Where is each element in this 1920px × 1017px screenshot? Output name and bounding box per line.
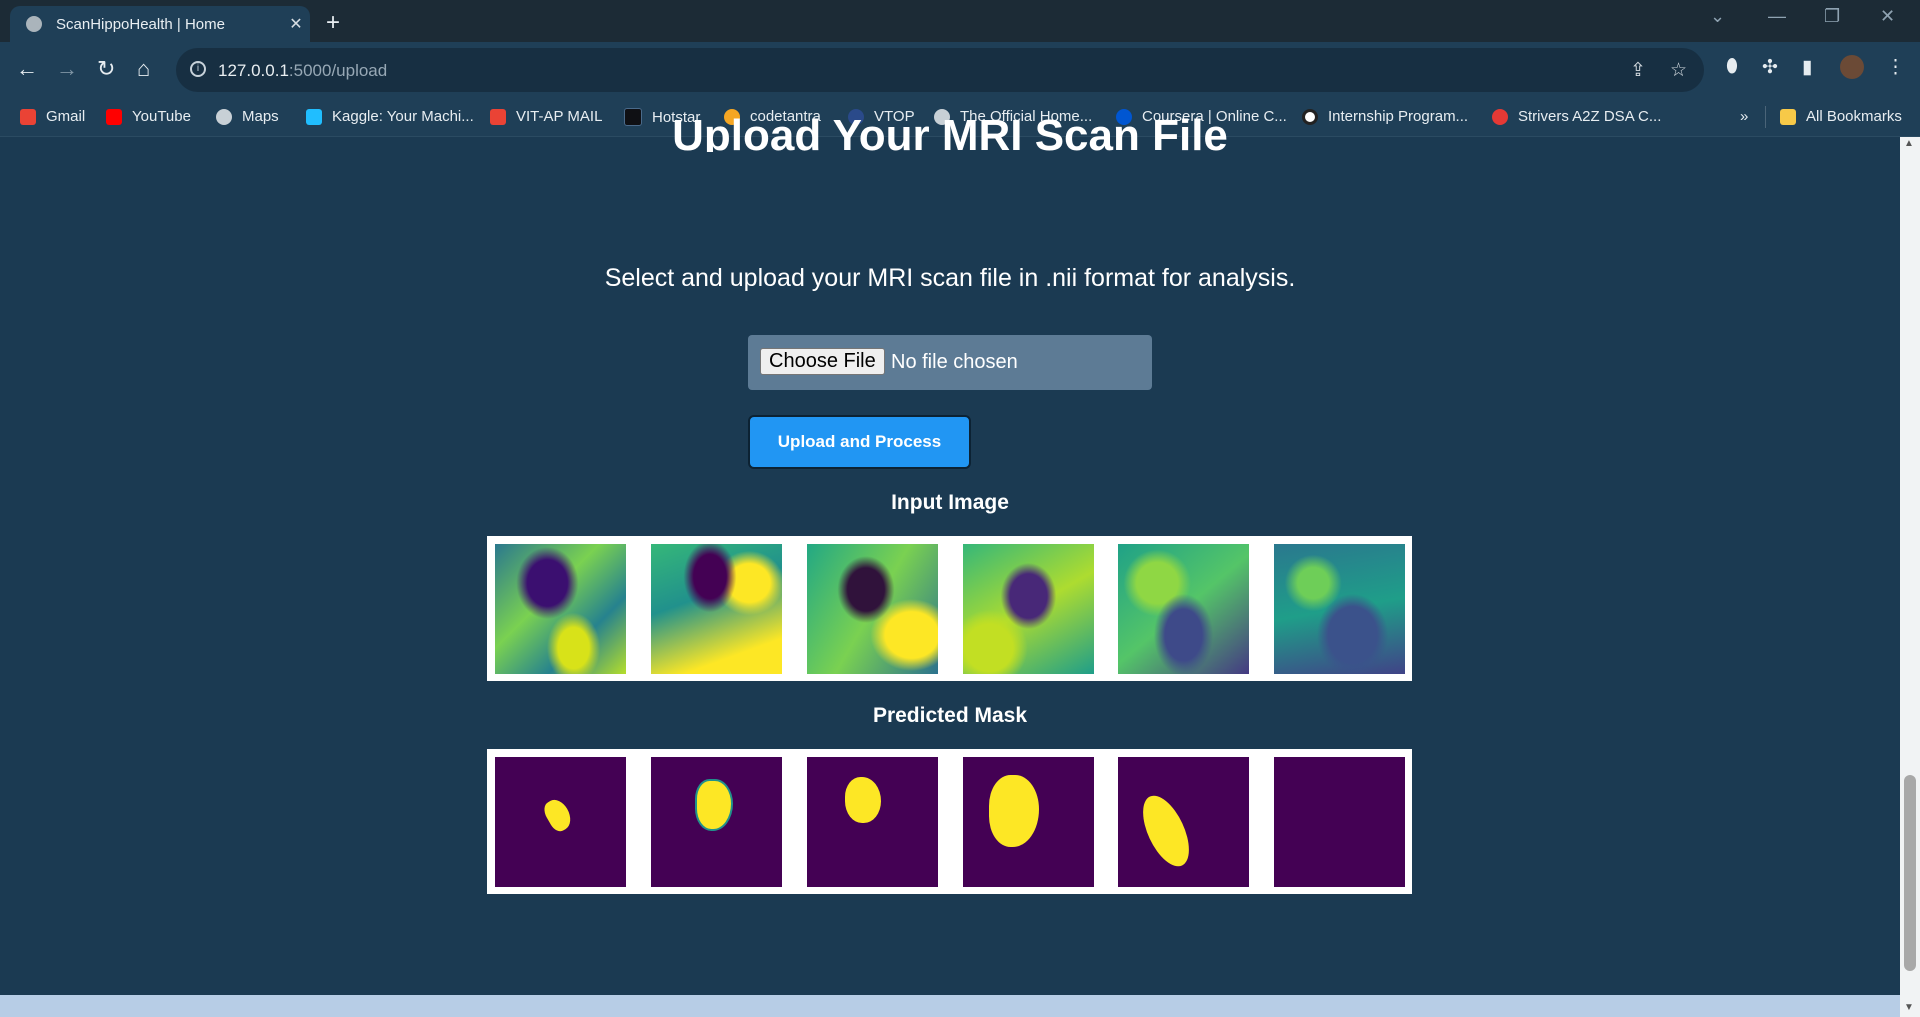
menu-icon[interactable]: ⋮ — [1886, 56, 1905, 79]
upload-process-button[interactable]: Upload and Process — [748, 415, 971, 469]
extension-icon[interactable]: ⬮ — [1726, 56, 1738, 78]
side-panel-icon[interactable]: ▮ — [1802, 56, 1812, 79]
new-tab-icon[interactable]: + — [326, 9, 340, 37]
tab-search-icon[interactable]: ⌄ — [1710, 6, 1725, 27]
close-tab-icon[interactable]: ✕ — [282, 14, 310, 34]
restore-icon[interactable]: ❐ — [1824, 6, 1840, 27]
page-subtitle: Select and upload your MRI scan file in … — [604, 264, 1296, 292]
scroll-thumb[interactable] — [1904, 775, 1916, 971]
tab-active[interactable]: ScanHippoHealth | Home ✕ — [10, 6, 310, 42]
browser-toolbar: ← → ↻ ⌂ i 127.0.0.1:5000/upload ⇪ ☆ — [0, 42, 1920, 98]
forward-icon[interactable]: → — [56, 56, 78, 82]
input-image-heading: Input Image — [891, 491, 1009, 514]
input-slice-image — [651, 544, 782, 674]
tab-title: ScanHippoHealth | Home — [56, 15, 225, 33]
puzzle-icon[interactable]: ✣ — [1762, 56, 1778, 79]
mask-slice-image — [651, 757, 782, 887]
scroll-up-icon[interactable]: ▲ — [1904, 138, 1914, 149]
bookmark-star-icon[interactable]: ☆ — [1670, 59, 1687, 82]
no-file-label: No file chosen — [891, 351, 1018, 373]
url-text[interactable]: 127.0.0.1:5000/upload — [218, 61, 387, 81]
page-title: Upload Your MRI Scan File — [672, 111, 1228, 152]
input-slice-image — [1118, 544, 1249, 674]
back-icon[interactable]: ← — [16, 56, 38, 82]
mask-slice-image — [963, 757, 1094, 887]
mask-slice-image — [807, 757, 938, 887]
mask-slice-image — [495, 757, 626, 887]
mask-slice-image — [1274, 757, 1405, 887]
file-input[interactable]: Choose File No file chosen — [748, 335, 1152, 390]
share-icon[interactable]: ⇪ — [1630, 59, 1646, 82]
page-footer-strip — [0, 995, 1900, 1017]
site-info-icon[interactable]: i — [190, 61, 206, 77]
avatar[interactable] — [1840, 55, 1864, 79]
home-icon[interactable]: ⌂ — [137, 56, 150, 82]
input-image-strip — [487, 536, 1412, 681]
tab-strip: ScanHippoHealth | Home ✕ + ⌄ — ❐ ✕ — [0, 0, 1920, 42]
reload-icon[interactable]: ↻ — [97, 56, 115, 82]
predicted-mask-heading: Predicted Mask — [872, 704, 1028, 727]
globe-icon — [26, 16, 42, 32]
input-slice-image — [807, 544, 938, 674]
input-slice-image — [495, 544, 626, 674]
predicted-mask-strip — [487, 749, 1412, 894]
choose-file-button[interactable]: Choose File — [760, 348, 885, 375]
input-slice-image — [963, 544, 1094, 674]
mask-slice-image — [1118, 757, 1249, 887]
input-slice-image — [1274, 544, 1405, 674]
address-bar[interactable]: i 127.0.0.1:5000/upload ⇪ ☆ — [176, 48, 1704, 92]
window-close-icon[interactable]: ✕ — [1880, 6, 1895, 27]
scroll-down-icon[interactable]: ▼ — [1904, 1002, 1914, 1013]
minimize-icon[interactable]: — — [1768, 6, 1786, 27]
